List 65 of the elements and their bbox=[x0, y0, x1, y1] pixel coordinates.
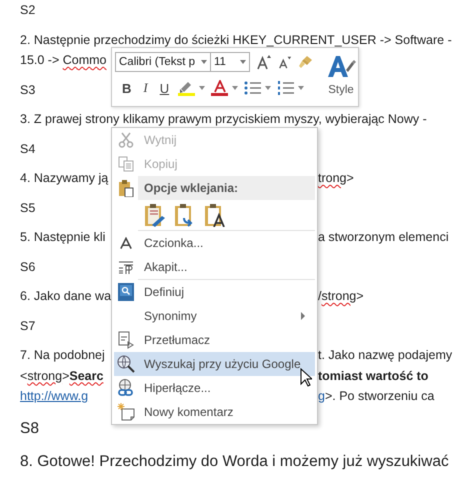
text-line: 6. Jako dane wa bbox=[20, 288, 112, 305]
text-line: 8. Gotowe! Przechodzimy do Worda i możemy już wyszukiwać bbox=[20, 452, 449, 472]
menu-item[interactable]: Synonimy bbox=[138, 304, 315, 328]
menu-item[interactable]: Akapit... bbox=[138, 255, 315, 279]
link-globe-icon bbox=[117, 379, 135, 397]
text-line: 2. Następnie przechodzimy do ścieżki HKEY_CURRENT_USER -> Software - bbox=[20, 32, 452, 49]
text-line: trong> bbox=[318, 170, 354, 187]
menu-item[interactable]: Nowy komentarz bbox=[138, 400, 315, 424]
text-line: 4. Nazywamy ją bbox=[20, 170, 108, 187]
style-button[interactable]: Style bbox=[322, 52, 360, 102]
menu-item[interactable]: Czcionka... bbox=[138, 231, 315, 255]
text-line: 5. Następnie kli bbox=[20, 229, 106, 246]
text-line: g>. Po stworzeniu ca bbox=[318, 388, 434, 405]
comment-icon bbox=[117, 403, 135, 421]
grow-font-icon[interactable] bbox=[256, 54, 272, 70]
book-search-icon bbox=[118, 283, 134, 301]
text-line: S4 bbox=[20, 140, 36, 158]
translate-icon bbox=[118, 331, 134, 349]
dropdown-icon[interactable] bbox=[199, 86, 206, 90]
text-line: 3. Z prawej strony klikamy prawym przyciskiem myszy, wybierając Nowy - bbox=[20, 111, 427, 128]
font-size-field[interactable]: 11 bbox=[210, 52, 250, 72]
text-line: 15.0 -> Commo bbox=[20, 52, 107, 69]
dropdown-icon[interactable] bbox=[240, 60, 246, 64]
paste-keep-formatting-icon[interactable] bbox=[144, 203, 166, 227]
menu-header: Opcje wklejania: bbox=[138, 176, 315, 200]
menu-item[interactable]: Przetłumacz bbox=[138, 328, 315, 352]
text-line: S6 bbox=[20, 258, 36, 276]
bold-button[interactable]: B bbox=[119, 80, 134, 96]
text-line: S3 bbox=[20, 82, 36, 98]
text-line: t. Jako nazwę podajemy bbox=[318, 347, 452, 364]
text-line: S8 bbox=[20, 418, 39, 438]
text-line: a stworzonym elemenci bbox=[318, 229, 449, 246]
italic-button[interactable]: I bbox=[140, 80, 151, 96]
dropdown-icon[interactable] bbox=[298, 86, 304, 90]
text-line: S2 bbox=[20, 2, 36, 19]
text-line: 7. Na podobnej bbox=[20, 347, 105, 364]
font-color-icon[interactable] bbox=[211, 80, 230, 96]
letter-icon bbox=[120, 236, 132, 250]
shrink-font-icon[interactable] bbox=[278, 55, 292, 69]
scissors-icon bbox=[118, 132, 134, 148]
link[interactable]: http://www.g bbox=[20, 389, 88, 403]
bullet-list-icon[interactable] bbox=[244, 80, 262, 96]
underline-button[interactable]: U bbox=[156, 80, 172, 96]
globe-search-icon bbox=[117, 355, 135, 373]
mouse-cursor-icon bbox=[300, 368, 312, 387]
menu-item[interactable]: Definiuj bbox=[138, 280, 315, 304]
text-line: tomiast wartość to bbox=[318, 368, 428, 384]
text-line: S7 bbox=[20, 318, 36, 334]
link[interactable]: g bbox=[318, 389, 325, 403]
dropdown-icon[interactable] bbox=[201, 60, 207, 64]
dropdown-icon[interactable] bbox=[265, 86, 272, 90]
dropdown-icon[interactable] bbox=[232, 86, 238, 90]
clipboard-icon bbox=[118, 179, 134, 197]
styles-icon bbox=[326, 54, 356, 78]
paragraph-icon bbox=[118, 260, 134, 274]
font-field[interactable]: Calibri (Tekst p bbox=[115, 52, 211, 72]
paste-text-icon[interactable] bbox=[204, 203, 226, 227]
menu-item[interactable]: Hiperłącze... bbox=[138, 376, 315, 400]
submenu-arrow-icon bbox=[301, 312, 305, 320]
text-line: <strong>Searc bbox=[20, 368, 104, 385]
copy-icon bbox=[118, 156, 134, 172]
text-line: /strong> bbox=[318, 288, 364, 305]
highlighter-icon[interactable] bbox=[178, 80, 196, 96]
text-line: S5 bbox=[20, 200, 36, 216]
numbered-list-icon[interactable] bbox=[277, 80, 296, 96]
